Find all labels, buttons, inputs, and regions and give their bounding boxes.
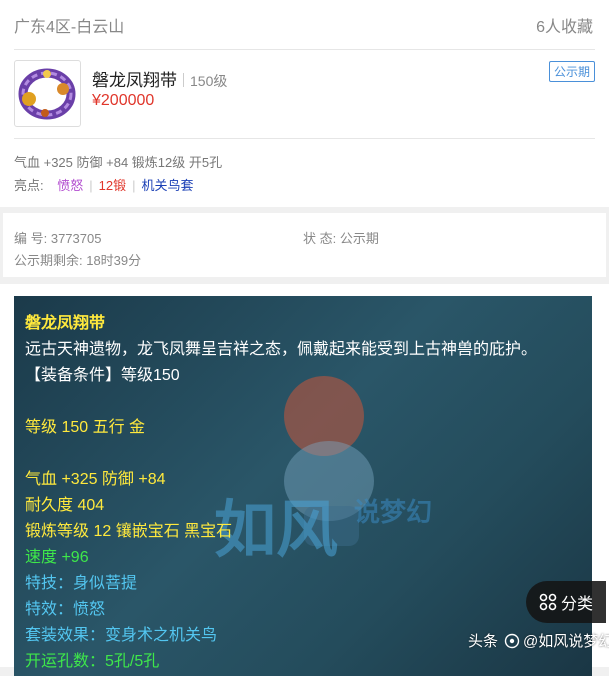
- detail-section: 如风 说梦幻 磐龙凤翔带 远古天神遗物，龙飞凤舞呈吉祥之态，佩戴起来能受到上古神…: [0, 284, 609, 676]
- belt-icon: [18, 68, 76, 120]
- listing-remaining-time: 公示期剩余: 18时39分: [14, 253, 142, 268]
- item-summary-card: 广东4区-白云山 6人收藏 磐龙凤翔带 150级 ¥200000 公示期 气血 +…: [0, 0, 609, 207]
- item-level: 150级: [190, 73, 228, 89]
- detail-condition: 【装备条件】等级150: [25, 367, 180, 384]
- category-label: 分类: [560, 596, 593, 613]
- highlight-tag: 愤怒: [57, 178, 84, 193]
- highlights-label: 亮点:: [14, 178, 44, 193]
- account-icon: [504, 633, 520, 648]
- watermark-logo: 如风 说梦幻: [214, 376, 432, 566]
- divider: |: [132, 178, 136, 193]
- account-name: @如风说梦幻: [523, 633, 609, 650]
- favorite-count[interactable]: 6人收藏: [536, 13, 593, 37]
- watermark-sub: 说梦幻: [354, 498, 432, 528]
- detail-description: 远古天神遗物，龙飞凤舞呈吉祥之态，佩戴起来能受到上古神兽的庇护。: [25, 341, 538, 358]
- card-header: 广东4区-白云山 6人收藏: [14, 0, 595, 50]
- listing-id: 编 号: 3773705: [14, 231, 102, 246]
- item-detail-panel: 如风 说梦幻 磐龙凤翔带 远古天神遗物，龙飞凤舞呈吉祥之态，佩戴起来能受到上古神…: [14, 296, 592, 676]
- detail-forge: 锻炼等级 12 镶嵌宝石 黑宝石: [25, 523, 233, 540]
- highlight-tag: 12锻: [98, 178, 127, 193]
- status-badge: 公示期: [548, 61, 595, 82]
- detail-speed: 速度 +96: [25, 549, 89, 566]
- detail-skill: 特技：身似菩提: [25, 575, 138, 592]
- detail-item-name: 磐龙凤翔带: [25, 315, 106, 332]
- server-name: 广东4区-白云山: [14, 19, 125, 36]
- detail-attributes: 气血 +325 防御 +84: [25, 471, 166, 488]
- listing-status: 状 态: 公示期: [303, 231, 379, 246]
- detail-set-effect: 套装效果：变身术之机关鸟: [25, 627, 218, 644]
- highlight-tag: 机关鸟套: [141, 178, 194, 193]
- item-highlights: 亮点: 愤怒 | 12锻 | 机关鸟套: [14, 175, 194, 194]
- detail-durability: 耐久度 404: [25, 497, 105, 514]
- detail-effect: 特效：愤怒: [25, 601, 106, 618]
- platform-name: 头条: [468, 633, 499, 650]
- detail-grade: 等级 150 五行 金: [25, 419, 146, 436]
- grid-icon: [539, 593, 557, 611]
- item-row[interactable]: 磐龙凤翔带 150级 ¥200000 公示期: [14, 50, 595, 139]
- category-button[interactable]: 分类: [526, 581, 606, 623]
- item-price: ¥200000: [92, 92, 155, 109]
- item-name: 磐龙凤翔带: [92, 71, 177, 90]
- listing-info-card: 编 号: 3773705 状 态: 公示期 公示期剩余: 18时39分: [3, 213, 606, 277]
- watermark-brand: 如风: [214, 493, 338, 566]
- detail-holes: 开运孔数：5孔/5孔: [25, 653, 160, 670]
- item-thumbnail[interactable]: [14, 60, 81, 127]
- divider: [183, 73, 184, 87]
- divider: |: [89, 178, 93, 193]
- item-stats: 气血 +325 防御 +84 锻炼12级 开5孔: [14, 155, 223, 170]
- platform-watermark: 头条 @如风说梦幻: [468, 630, 609, 651]
- item-title: 磐龙凤翔带 150级: [92, 66, 227, 91]
